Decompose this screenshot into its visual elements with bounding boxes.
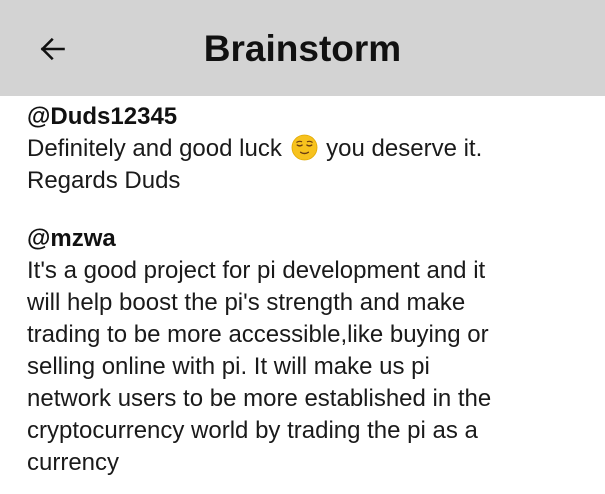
- comment-body: It's a good project for pi development a…: [27, 255, 592, 479]
- app-header: Brainstorm: [0, 0, 605, 96]
- comment-line: will help boost the pi's strength and ma…: [27, 289, 466, 316]
- comment-line: It's a good project for pi development a…: [27, 257, 486, 284]
- comment-body: Definitely and good luck you deserve it.…: [27, 133, 592, 197]
- page-title: Brainstorm: [203, 28, 402, 69]
- comment-username[interactable]: @Duds12345: [27, 101, 592, 133]
- comment-line: Regards Duds: [27, 167, 181, 194]
- comment-item: @mzwa It's a good project for pi develop…: [27, 223, 592, 479]
- comment-username[interactable]: @mzwa: [27, 223, 592, 255]
- relieved-face-icon: [291, 134, 318, 161]
- comment-line: network users to be more established in …: [27, 385, 492, 412]
- comment-text-segment: Definitely and good luck: [27, 135, 282, 162]
- comment-line: cryptocurrency world by trading the pi a…: [27, 417, 478, 444]
- comment-item: @Duds12345 Definitely and good luck you …: [27, 101, 592, 197]
- comment-list: @Duds12345 Definitely and good luck you …: [27, 101, 592, 479]
- comment-line: Definitely and good luck you deserve it.: [27, 133, 592, 165]
- comment-text-segment: you deserve it.: [326, 135, 483, 162]
- comment-line: selling online with pi. It will make us …: [27, 353, 430, 380]
- comment-line: trading to be more accessible,like buyin…: [27, 321, 489, 348]
- comment-line: currency: [27, 449, 120, 476]
